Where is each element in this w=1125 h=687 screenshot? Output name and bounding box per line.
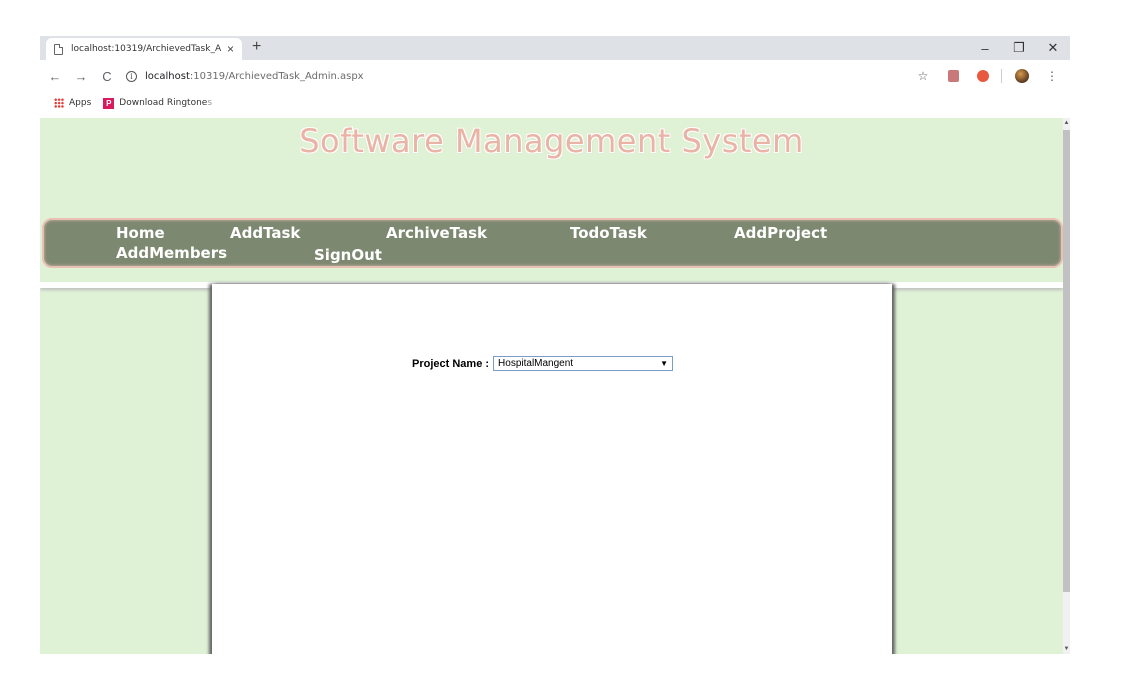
bookmarks-bar: Apps P Download Ringtone s — [40, 92, 1070, 114]
menu-addmembers[interactable]: AddMembers — [116, 244, 227, 262]
main-menu: Home AddTask ArchiveTask TodoTask AddPro… — [42, 218, 1063, 268]
project-name-label: Project Name : — [412, 357, 490, 370]
url-path: :10319/ArchievedTask_Admin.aspx — [189, 70, 364, 82]
screen: localhost:10319/ArchievedTask_A × + – ❐ … — [0, 0, 1125, 687]
scroll-thumb[interactable] — [1063, 130, 1070, 592]
document-icon — [54, 43, 63, 55]
back-button[interactable]: ← — [44, 65, 66, 87]
menu-addproject[interactable]: AddProject — [734, 224, 827, 242]
content-panel: Project Name : HospitalMangent ▼ — [212, 284, 892, 654]
tab-strip: localhost:10319/ArchievedTask_A × + – ❐ … — [40, 36, 1070, 60]
tab-title: localhost:10319/ArchievedTask_A — [71, 44, 221, 54]
bookmark-download-ringtones[interactable]: P Download Ringtone s — [103, 97, 213, 109]
project-name-value: HospitalMangent — [498, 358, 574, 369]
menu-home[interactable]: Home — [116, 224, 165, 242]
site-title: Software Management System — [299, 122, 804, 160]
bookmark-ringtones-label: Download Ringtone — [119, 98, 208, 108]
browser-tab[interactable]: localhost:10319/ArchievedTask_A × — [46, 38, 242, 60]
browser-window: localhost:10319/ArchievedTask_A × + – ❐ … — [40, 36, 1070, 654]
project-name-select[interactable]: HospitalMangent ▼ — [493, 356, 674, 371]
scroll-up-icon[interactable]: ▲ — [1063, 118, 1070, 128]
bookmark-star-icon[interactable]: ☆ — [913, 66, 933, 86]
close-window-button[interactable]: ✕ — [1036, 36, 1070, 60]
url-host: localhost — [145, 70, 190, 82]
page-viewport: Software Management System Home AddTask … — [40, 118, 1070, 654]
window-controls: – ❐ ✕ — [968, 36, 1070, 60]
browser-toolbar: ← → C i localhost :10319/ArchievedTask_A… — [40, 60, 1070, 92]
apps-grid-icon — [54, 98, 64, 108]
tab-close-icon[interactable]: × — [227, 42, 234, 56]
menu-todotask[interactable]: TodoTask — [570, 224, 647, 242]
restore-button[interactable]: ❐ — [1002, 36, 1036, 60]
red-extension-icon[interactable] — [973, 66, 993, 86]
bookmark-p-icon: P — [103, 97, 115, 109]
toolbar-separator — [1001, 69, 1002, 83]
vertical-scrollbar[interactable]: ▲ ▼ — [1063, 118, 1070, 654]
toolbar-right-icons: ☆ ⋮ — [903, 66, 1062, 86]
chevron-down-icon: ▼ — [660, 359, 669, 368]
forward-button[interactable]: → — [70, 65, 92, 87]
project-field-row: Project Name : HospitalMangent ▼ — [412, 356, 674, 371]
new-tab-button[interactable]: + — [252, 38, 261, 56]
profile-avatar-icon[interactable] — [1012, 66, 1032, 86]
menu-signout[interactable]: SignOut — [314, 246, 382, 264]
minimize-button[interactable]: – — [968, 36, 1002, 60]
browser-menu-icon[interactable]: ⋮ — [1042, 66, 1062, 86]
bookmark-apps[interactable]: Apps — [54, 98, 91, 108]
menu-archivetask[interactable]: ArchiveTask — [386, 224, 487, 242]
scroll-down-icon[interactable]: ▼ — [1063, 644, 1070, 654]
reload-button[interactable]: C — [96, 65, 118, 87]
bookmark-apps-label: Apps — [69, 98, 92, 108]
pdf-extension-icon[interactable] — [943, 66, 963, 86]
menu-addtask[interactable]: AddTask — [230, 224, 300, 242]
bookmark-ringtones-label-suffix: s — [207, 98, 213, 108]
address-bar[interactable]: i localhost :10319/ArchievedTask_Admin.a… — [126, 65, 903, 87]
info-icon[interactable]: i — [126, 70, 137, 82]
